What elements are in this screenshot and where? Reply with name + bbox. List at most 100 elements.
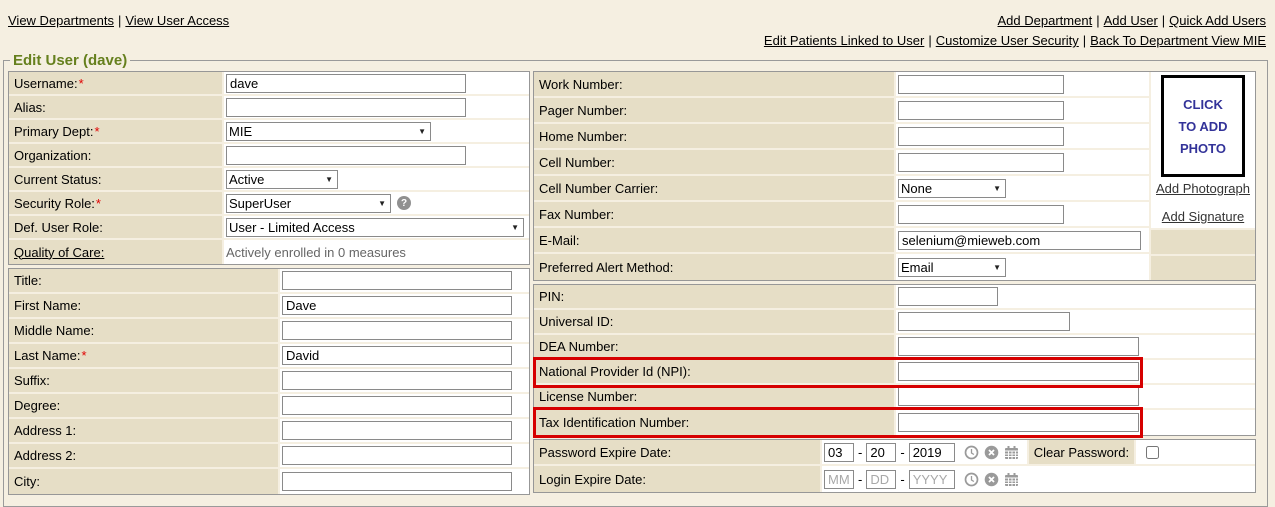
quality-of-care-link[interactable]: Quality of Care: [14,245,104,260]
security-role-select[interactable]: SuperUser [226,194,391,213]
primary-dept-select[interactable]: MIE [226,122,431,141]
license-number-row: License Number: [534,385,1255,410]
degree-input[interactable] [282,396,512,415]
universal-id-row: Universal ID: [534,310,1255,335]
cell-number-input[interactable] [898,153,1064,172]
top-nav-right-row2: Edit Patients Linked to User | Customize U… [764,31,1266,51]
edit-patients-linked-link[interactable]: Edit Patients Linked to User [764,33,924,48]
separator: | [1162,13,1165,28]
add-signature-link[interactable]: Add Signature [1162,209,1244,224]
required-asterisk: * [79,76,84,91]
customize-user-security-link[interactable]: Customize User Security [936,33,1079,48]
dea-number-row: DEA Number: [534,335,1255,360]
address1-label: Address 1: [14,423,76,438]
top-nav-right-row1: Add Department|Add User|Quick Add Users [764,11,1266,31]
top-nav-left: View Departments|View User Access [8,11,229,31]
npi-input[interactable] [898,362,1139,381]
date-separator: - [900,472,904,487]
top-nav: View Departments|View User Access Add De… [0,0,1275,51]
required-asterisk: * [96,196,101,211]
suffix-label: Suffix: [14,373,50,388]
required-asterisk: * [81,348,86,363]
pager-number-row: Pager Number: [534,98,1149,124]
clock-icon[interactable] [964,472,979,487]
fax-number-row: Fax Number: [534,202,1149,228]
middle-name-row: Middle Name: [9,319,529,344]
password-expire-yyyy-input[interactable] [909,443,955,462]
cell-number-row: Cell Number: [534,150,1149,176]
email-input[interactable] [898,231,1141,250]
view-departments-link[interactable]: View Departments [8,13,114,28]
fax-number-label: Fax Number: [539,207,614,222]
address2-input[interactable] [282,446,512,465]
current-status-label: Current Status: [14,172,101,187]
password-expire-mm-input[interactable] [824,443,854,462]
clear-password-checkbox[interactable] [1146,446,1159,459]
quick-add-users-link[interactable]: Quick Add Users [1169,13,1266,28]
address1-input[interactable] [282,421,512,440]
email-label: E-Mail: [539,233,579,248]
add-user-link[interactable]: Add User [1104,13,1158,28]
tax-id-input[interactable] [898,413,1139,432]
address1-row: Address 1: [9,419,529,444]
photo-box-line: PHOTO [1164,141,1242,156]
fax-number-input[interactable] [898,205,1064,224]
work-number-input[interactable] [898,75,1064,94]
title-input[interactable] [282,271,512,290]
back-to-department-view-link[interactable]: Back To Department View MIE [1090,33,1266,48]
login-expire-yyyy-input[interactable] [909,470,955,489]
quality-of-care-row: Quality of Care: Actively enrolled in 0 … [9,240,529,264]
suffix-input[interactable] [282,371,512,390]
page-title: Edit User (dave) [10,52,130,69]
pager-number-input[interactable] [898,101,1064,120]
universal-id-input[interactable] [898,312,1070,331]
view-user-access-link[interactable]: View User Access [125,13,229,28]
home-number-input[interactable] [898,127,1064,146]
first-name-input[interactable] [282,296,512,315]
last-name-input[interactable] [282,346,512,365]
top-nav-right: Add Department|Add User|Quick Add Users … [764,11,1266,51]
dea-number-input[interactable] [898,337,1139,356]
middle-name-input[interactable] [282,321,512,340]
alert-method-label: Preferred Alert Method: [539,260,673,275]
add-photograph-link[interactable]: Add Photograph [1156,181,1250,196]
alias-input[interactable] [226,98,466,117]
security-role-row: Security Role:* SuperUser? [9,192,529,216]
date-separator: - [900,445,904,460]
login-expire-mm-input[interactable] [824,470,854,489]
date-separator: - [858,445,862,460]
clear-date-icon[interactable] [984,472,999,487]
organization-row: Organization: [9,144,529,168]
add-department-link[interactable]: Add Department [998,13,1093,28]
calendar-icon[interactable] [1004,445,1019,460]
title-label: Title: [14,273,42,288]
login-expire-dd-input[interactable] [866,470,896,489]
photo-box-line: TO ADD [1164,119,1242,134]
add-photo-box[interactable]: CLICK TO ADD PHOTO [1161,75,1245,177]
right-column: Work Number: Pager Number: Home Number: … [533,71,1256,498]
clock-icon[interactable] [964,445,979,460]
cell-carrier-label: Cell Number Carrier: [539,181,658,196]
current-status-select[interactable]: Active [226,170,338,189]
quality-enrollment-text: Actively enrolled in 0 measures [226,245,406,260]
alert-method-row: Preferred Alert Method: Email [534,254,1149,280]
clear-date-icon[interactable] [984,445,999,460]
empty-cell [1151,228,1255,254]
def-user-role-select[interactable]: User - Limited Access [226,218,524,237]
license-number-input[interactable] [898,387,1139,406]
organization-input[interactable] [226,146,466,165]
pin-input[interactable] [898,287,998,306]
primary-dept-row: Primary Dept:* MIE [9,120,529,144]
help-icon[interactable]: ? [397,196,411,210]
username-input[interactable] [226,74,466,93]
photo-box-line: CLICK [1164,97,1242,112]
clear-password-label: Clear Password: [1034,445,1129,460]
password-expire-dd-input[interactable] [866,443,896,462]
city-input[interactable] [282,472,512,491]
calendar-icon[interactable] [1004,472,1019,487]
degree-label: Degree: [14,398,60,413]
npi-label: National Provider Id (NPI): [539,364,691,379]
alert-method-select[interactable]: Email [898,258,1006,277]
cell-carrier-select[interactable]: None [898,179,1006,198]
separator: | [1083,33,1086,48]
